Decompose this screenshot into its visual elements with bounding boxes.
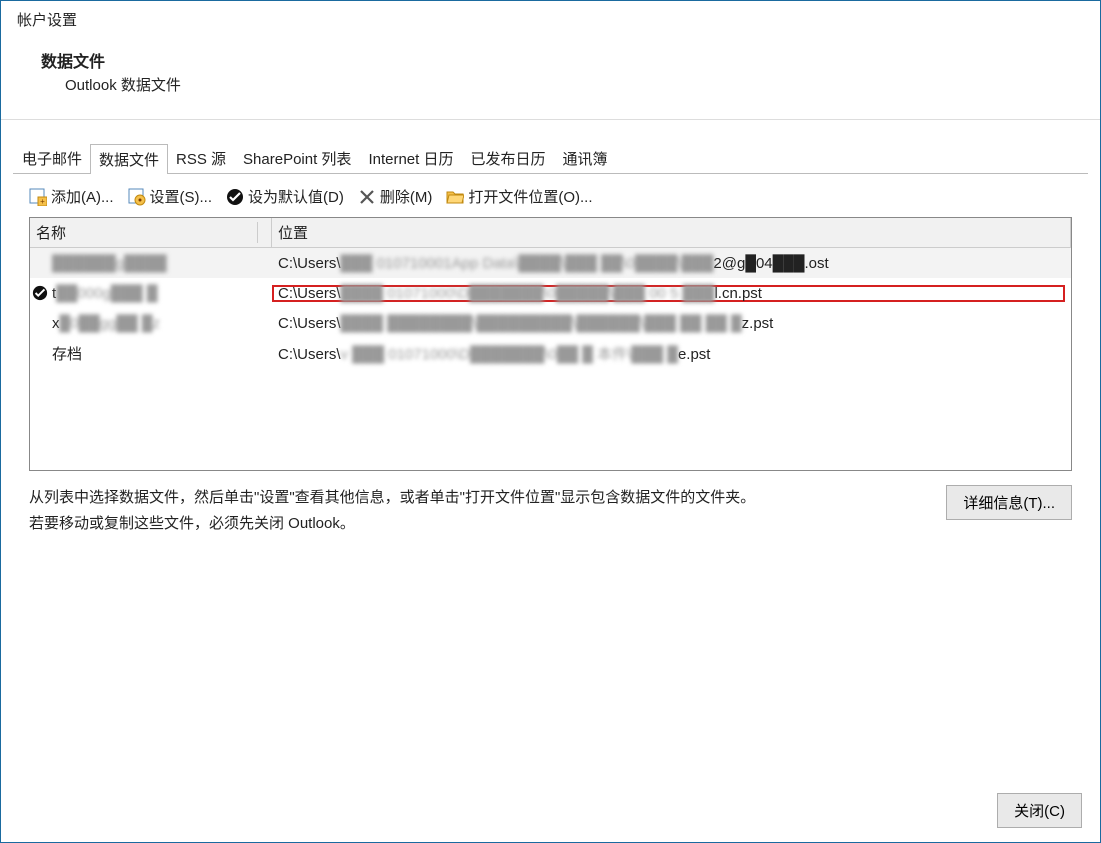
name-cell: t██000g███ █ <box>50 285 272 302</box>
tab-sharepoint[interactable]: SharePoint 列表 <box>234 143 360 173</box>
location-cell: C:\Users\v ███ 01071000\D███████\0██ █ 本… <box>272 343 1071 364</box>
data-file-table: 名称 位置 ██████g████C:\Users\███ 010710001A… <box>29 217 1072 471</box>
settings-icon <box>128 188 146 206</box>
toolbar: + 添加(A)... 设置(S)... 设为默认值(D) 删除(M) <box>13 174 1088 217</box>
tab-internet-cal[interactable]: Internet 日历 <box>359 143 462 173</box>
description-line2: 若要移动或复制这些文件，必须先关闭 Outlook。 <box>29 511 755 537</box>
section-subtitle: Outlook 数据文件 <box>41 72 1084 95</box>
description-line1: 从列表中选择数据文件，然后单击"设置"查看其他信息，或者单击"打开文件位置"显示… <box>29 485 755 511</box>
dialog-header: 帐户设置 数据文件 Outlook 数据文件 <box>1 1 1100 120</box>
name-cell: x█0██gg██ █z <box>50 315 272 332</box>
settings-button[interactable]: 设置(S)... <box>128 186 213 207</box>
delete-icon <box>358 188 376 206</box>
tab-published-cal[interactable]: 已发布日历 <box>461 143 554 173</box>
add-icon: + <box>29 188 47 206</box>
tab-data-files[interactable]: 数据文件 <box>90 144 168 174</box>
add-label: 添加(A)... <box>51 186 114 207</box>
column-location[interactable]: 位置 <box>272 218 1071 247</box>
name-cell: ██████g████ <box>50 255 272 272</box>
add-button[interactable]: + 添加(A)... <box>29 186 114 207</box>
dialog-footer: 关闭(C) <box>997 793 1082 828</box>
default-label: 设为默认值(D) <box>248 186 344 207</box>
default-button[interactable]: 设为默认值(D) <box>226 186 344 207</box>
delete-button[interactable]: 删除(M) <box>358 186 433 207</box>
default-indicator <box>30 285 50 301</box>
tab-rss[interactable]: RSS 源 <box>167 143 235 173</box>
svg-text:+: + <box>40 197 45 206</box>
column-name-label: 名称 <box>36 222 66 243</box>
table-row[interactable]: ██████g████C:\Users\███ 010710001App Dat… <box>30 248 1071 278</box>
settings-label: 设置(S)... <box>150 186 213 207</box>
delete-label: 删除(M) <box>380 186 433 207</box>
location-cell: C:\Users\███ 010710001App Data\████\███ … <box>272 255 1071 272</box>
column-resize-handle[interactable] <box>257 222 265 243</box>
table-row[interactable]: x█0██gg██ █zC:\Users\████ ████████\█████… <box>30 308 1071 338</box>
table-header: 名称 位置 <box>30 218 1071 248</box>
description-text: 从列表中选择数据文件，然后单击"设置"查看其他信息，或者单击"打开文件位置"显示… <box>29 485 755 536</box>
details-button[interactable]: 详细信息(T)... <box>946 485 1072 520</box>
location-cell: C:\Users\████ ████████\█████████\██████\… <box>272 315 1071 332</box>
name-cell: 存档 <box>50 343 272 364</box>
open-location-label: 打开文件位置(O)... <box>468 186 592 207</box>
column-name[interactable]: 名称 <box>30 218 272 247</box>
close-button[interactable]: 关闭(C) <box>997 793 1082 828</box>
tab-email[interactable]: 电子邮件 <box>13 143 91 173</box>
section-title: 数据文件 <box>41 48 1084 72</box>
table-row[interactable]: 存档C:\Users\v ███ 01071000\D███████\0██ █… <box>30 338 1071 368</box>
open-location-button[interactable]: 打开文件位置(O)... <box>446 186 592 207</box>
dialog-title: 帐户设置 <box>17 9 1084 30</box>
table-row[interactable]: t██000g███ █C:\Users\████ 01071000\D████… <box>30 278 1071 308</box>
tab-contacts[interactable]: 通讯簿 <box>554 143 617 173</box>
folder-open-icon <box>446 188 464 206</box>
default-icon <box>226 188 244 206</box>
table-body: ██████g████C:\Users\███ 010710001App Dat… <box>30 248 1071 470</box>
location-cell: C:\Users\████ 01071000\D███████\0█████\█… <box>272 285 1071 302</box>
tabs: 电子邮件 数据文件 RSS 源 SharePoint 列表 Internet 日… <box>13 142 1088 174</box>
